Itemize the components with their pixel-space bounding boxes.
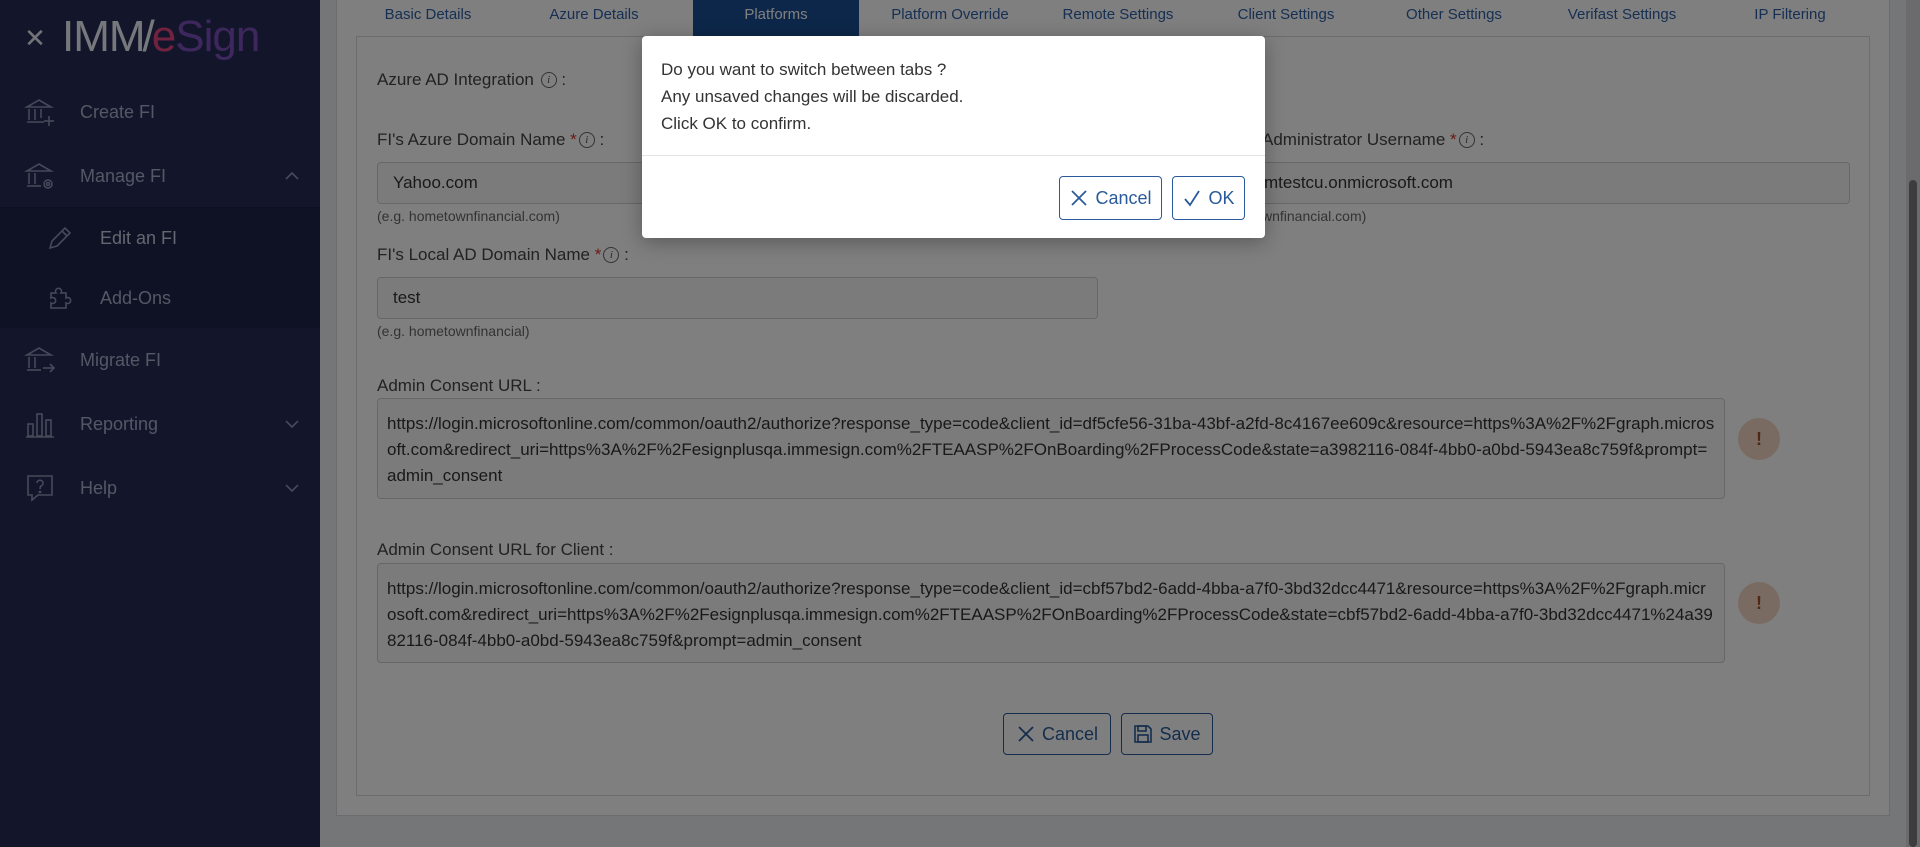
confirm-line-2: Any unsaved changes will be discarded. [661,87,964,106]
dialog-divider [642,155,1265,156]
dialog-ok-label: OK [1208,187,1235,208]
dialog-cancel-button[interactable]: Cancel [1059,176,1162,220]
close-icon [1071,190,1088,206]
check-icon [1184,190,1201,207]
dialog-ok-button[interactable]: OK [1172,176,1245,220]
confirm-line-3: Click OK to confirm. [661,114,812,133]
confirm-dialog: Do you want to switch between tabs ? Any… [642,36,1265,238]
confirm-line-1: Do you want to switch between tabs ? [661,60,947,79]
confirm-dialog-message: Do you want to switch between tabs ? Any… [661,56,963,137]
dialog-cancel-label: Cancel [1095,187,1152,208]
